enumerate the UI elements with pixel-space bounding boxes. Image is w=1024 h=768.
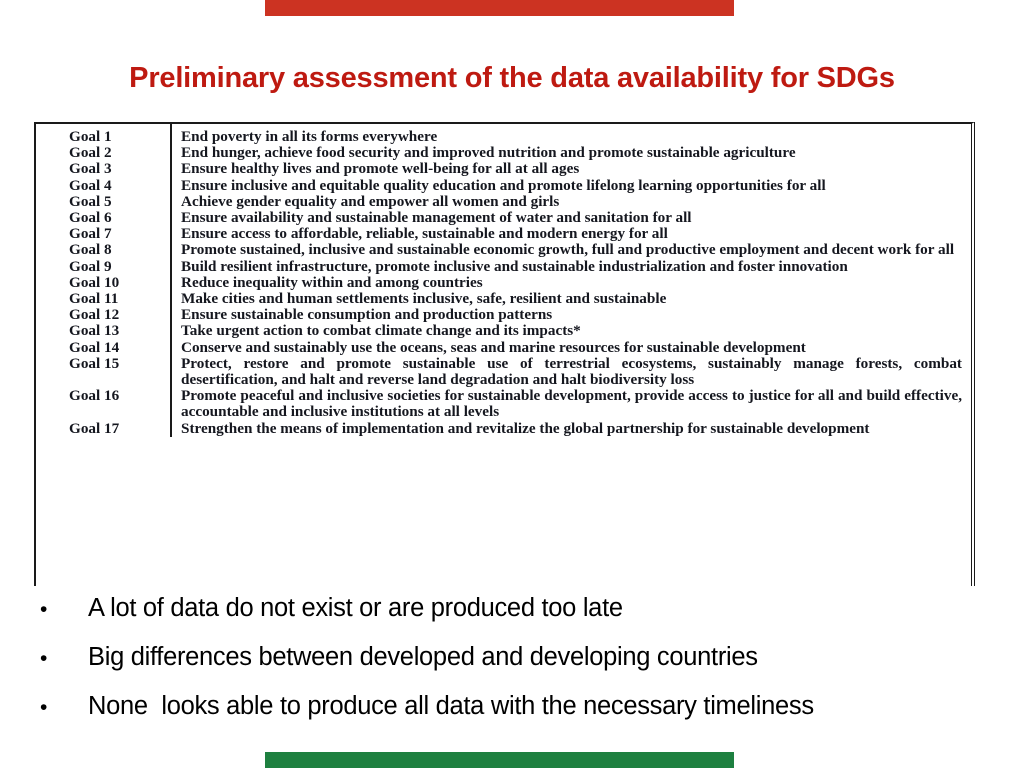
list-item: • Big differences between developed and …: [28, 643, 1018, 694]
goal-description: Ensure access to affordable, reliable, s…: [181, 225, 668, 243]
goal-label: Goal 11: [36, 290, 172, 308]
goal-description: Ensure healthy lives and promote well-be…: [181, 160, 580, 178]
bullet-icon: •: [40, 696, 48, 719]
goal-label: Goal 1: [36, 124, 172, 146]
goal-description: Ensure inclusive and equitable quality e…: [181, 176, 826, 194]
goal-label: Goal 9: [36, 258, 172, 275]
goal-description: Build resilient infrastructure, promote …: [181, 257, 848, 275]
table-row: Goal 9 Build resilient infrastructure, p…: [36, 257, 971, 275]
table-row: Goal 15 Protect, restore and promote sus…: [36, 354, 971, 389]
goals-table-body: Goal 1 End poverty in all its forms ever…: [36, 124, 971, 437]
goal-description: Make cities and human settlements inclus…: [181, 290, 667, 308]
goal-description: Strengthen the means of implementation a…: [181, 419, 870, 437]
goal-label: Goal 16: [36, 388, 172, 421]
list-item-label: None looks able to produce all data with…: [88, 692, 814, 720]
goal-description: Ensure availability and sustainable mana…: [181, 209, 692, 227]
goal-label: Goal 2: [36, 145, 172, 162]
table-row: Goal 14 Conserve and sustainably use the…: [36, 338, 971, 356]
table-row: Goal 6 Ensure availability and sustainab…: [36, 209, 971, 227]
goal-description: Take urgent action to combat climate cha…: [181, 322, 581, 340]
table-row: Goal 17 Strengthen the means of implemen…: [36, 419, 971, 437]
table-row: Goal 10 Reduce inequality within and amo…: [36, 273, 971, 292]
goal-label: Goal 8: [36, 242, 172, 259]
goal-description: Protect, restore and promote sustainable…: [181, 354, 962, 389]
list-item: • A lot of data do not exist or are prod…: [28, 594, 1018, 645]
bottom-accent-bar: [265, 752, 734, 768]
goal-description: End poverty in all its forms everywhere: [181, 128, 438, 145]
list-item: • None looks able to produce all data wi…: [28, 692, 1018, 743]
bullet-icon: •: [40, 598, 48, 621]
goal-description: Promote peaceful and inclusive societies…: [181, 387, 962, 421]
summary-bullet-list: • A lot of data do not exist or are prod…: [28, 594, 1018, 743]
page-title: Preliminary assessment of the data avail…: [129, 62, 895, 94]
goal-description: Ensure sustainable consumption and produ…: [181, 306, 553, 324]
goal-description: Conserve and sustainably use the oceans,…: [181, 338, 806, 356]
table-row: Goal 2 End hunger, achieve food security…: [36, 144, 971, 162]
goal-description: End hunger, achieve food security and im…: [181, 144, 796, 162]
goal-label: Goal 17: [36, 420, 172, 437]
goal-description: Reduce inequality within and among count…: [181, 273, 483, 291]
table-row: Goal 12 Ensure sustainable consumption a…: [36, 306, 971, 324]
goal-label: Goal 15: [36, 355, 172, 389]
goal-description: Achieve gender equality and empower all …: [181, 192, 560, 210]
table-row: Goal 7 Ensure access to affordable, reli…: [36, 225, 971, 243]
table-row: Goal 13 Take urgent action to combat cli…: [36, 322, 971, 340]
goal-label: Goal 7: [36, 226, 172, 243]
bullet-icon: •: [40, 647, 48, 670]
goal-label: Goal 4: [36, 177, 172, 194]
list-item-label: Big differences between developed and de…: [88, 643, 758, 671]
goal-label: Goal 14: [36, 339, 172, 356]
goal-label: Goal 13: [36, 323, 172, 340]
table-row: Goal 16 Promote peaceful and inclusive s…: [36, 387, 971, 421]
table-row: Goal 4 Ensure inclusive and equitable qu…: [36, 176, 971, 194]
goal-label: Goal 3: [36, 161, 172, 178]
goal-description: Promote sustained, inclusive and sustain…: [181, 241, 955, 259]
sdg-goals-table: Goal 1 End poverty in all its forms ever…: [34, 122, 975, 586]
table-row: Goal 8 Promote sustained, inclusive and …: [36, 241, 971, 259]
goal-label: Goal 6: [36, 209, 172, 227]
goal-label: Goal 10: [36, 274, 172, 292]
table-row: Goal 11 Make cities and human settlement…: [36, 290, 971, 308]
goals-table-grid: Goal 1 End poverty in all its forms ever…: [36, 124, 971, 437]
top-accent-bar: [265, 0, 734, 16]
list-item-label: A lot of data do not exist or are produc…: [88, 594, 623, 622]
table-row: Goal 3 Ensure healthy lives and promote …: [36, 160, 971, 178]
table-row: Goal 5 Achieve gender equality and empow…: [36, 192, 971, 211]
table-row: Goal 1 End poverty in all its forms ever…: [36, 124, 971, 146]
goal-label: Goal 5: [36, 193, 172, 211]
goal-label: Goal 12: [36, 307, 172, 324]
